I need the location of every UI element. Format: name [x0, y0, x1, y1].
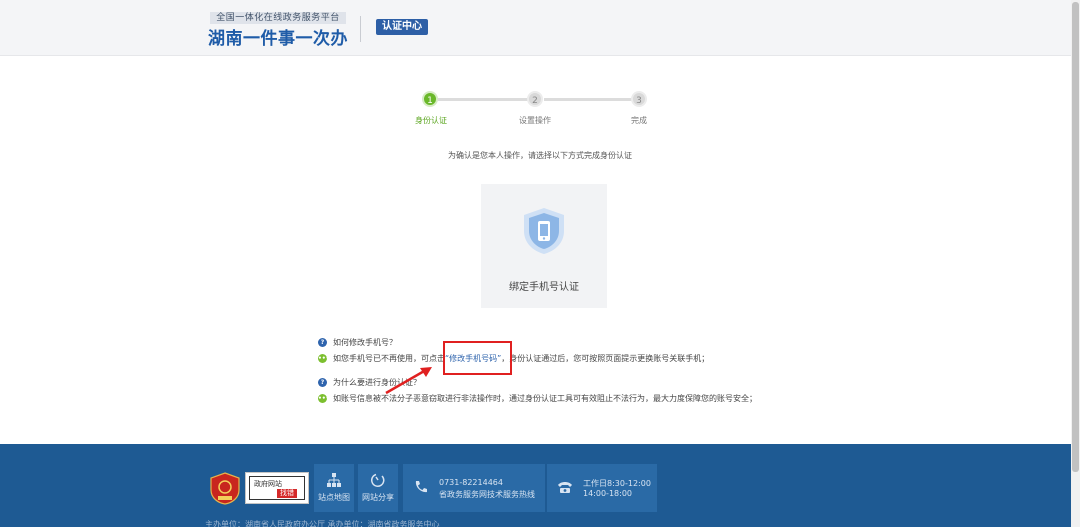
answer-icon: ••• [318, 353, 330, 363]
sitemap-icon [327, 473, 341, 487]
platform-label: 全国一体化在线政务服务平台 [210, 12, 346, 24]
site-logo-title[interactable]: 湖南一件事一次办 [208, 24, 348, 49]
annotation-highlight-box [443, 341, 512, 375]
step-connector [544, 98, 632, 101]
auth-center-badge: 认证中心 [376, 19, 428, 35]
hours-line-2: 14:00-18:00 [583, 489, 632, 498]
step-1-dot: 1 [422, 91, 438, 107]
progress-stepper: 1 2 3 身份认证 设置操作 完成 [415, 90, 660, 126]
hours-line-1: 工作日8:30-12:00 [583, 479, 651, 488]
scrollbar-thumb[interactable] [1072, 2, 1079, 472]
answer-icon: ••• [318, 393, 330, 403]
phone-auth-label: 绑定手机号认证 [509, 282, 579, 293]
share-button[interactable]: 网站分享 [358, 464, 398, 512]
sitemap-label: 站点地图 [318, 493, 350, 502]
faq-answer-text: ，身份认证通过后，您可按照页面提示更换账号关联手机； [501, 353, 710, 363]
faq-answer: ••• 如您手机号已不再使用，可点击 “修改手机号码” ，身份认证通过后，您可按… [318, 352, 709, 364]
step-3-label: 完成 [631, 116, 647, 125]
telephone-icon [558, 482, 572, 493]
share-icon [371, 473, 385, 487]
step-1-label: 身份认证 [415, 116, 447, 125]
party-gov-emblem-icon[interactable] [210, 472, 240, 505]
sitemap-button[interactable]: 站点地图 [314, 464, 354, 512]
question-icon: ? [318, 337, 327, 347]
step-3-dot: 3 [631, 91, 647, 107]
gov-site-label: 政府网站 [254, 480, 282, 488]
hotline-info: 0731-82214464 省政务服务网技术服务热线 [403, 464, 545, 512]
share-label: 网站分享 [362, 493, 394, 502]
step-connector [438, 98, 528, 101]
site-header: 全国一体化在线政务服务平台 湖南一件事一次办 认证中心 [0, 0, 1080, 56]
footer-sponsor-text: 主办单位：湖南省人民政府办公厅 承办单位：湖南省政务服务中心 [205, 520, 440, 527]
gov-site-badge-frame: 政府网站 找错 [249, 476, 305, 500]
phone-auth-option[interactable]: 绑定手机号认证 [481, 184, 607, 308]
gov-site-tag: 找错 [277, 489, 297, 498]
instruction-text: 为确认是您本人操作，请选择以下方式完成身份认证 [448, 151, 632, 160]
page-scrollbar[interactable] [1071, 0, 1080, 527]
faq-answer-text: 如您手机号已不再使用，可点击 [333, 353, 445, 363]
phone-call-icon [415, 481, 427, 493]
step-2-dot: 2 [527, 91, 543, 107]
faq-question: ? 如何修改手机号？ [318, 336, 397, 348]
header-divider [360, 16, 361, 42]
hotline-number: 0731-82214464 [439, 478, 503, 487]
faq-question-text: 如何修改手机号？ [333, 337, 397, 347]
hotline-description: 省政务服务网技术服务热线 [439, 490, 535, 499]
annotation-arrow-icon [385, 367, 432, 395]
shield-phone-icon [524, 208, 564, 254]
step-2-label: 设置操作 [519, 116, 551, 125]
working-hours-info: 工作日8:30-12:00 14:00-18:00 [547, 464, 657, 512]
gov-site-error-report[interactable]: 政府网站 找错 [245, 472, 309, 504]
question-icon: ? [318, 377, 327, 387]
